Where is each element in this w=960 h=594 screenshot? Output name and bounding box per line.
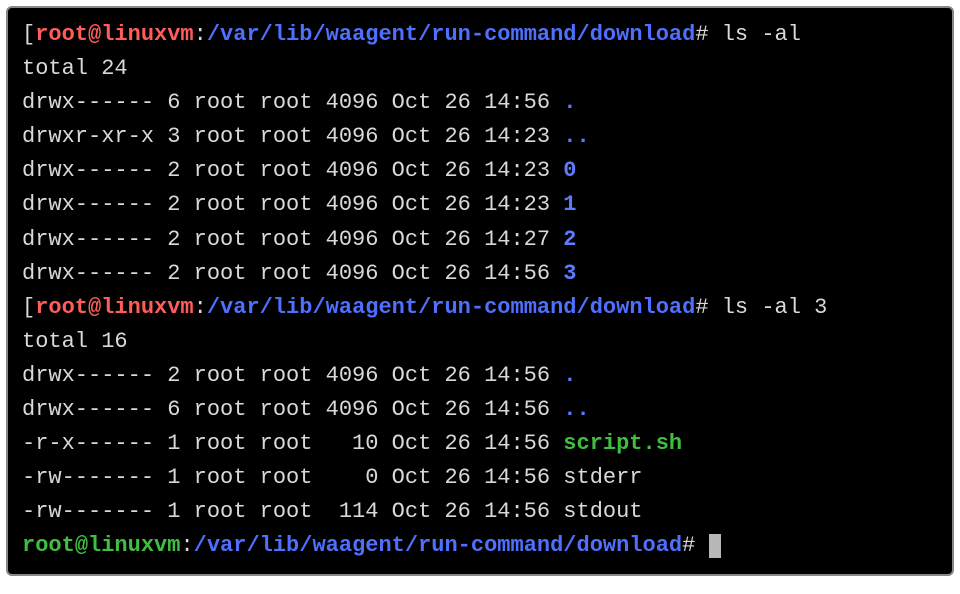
listing-1-total: total 24 — [22, 52, 938, 86]
prompt-host: linuxvm — [101, 22, 193, 47]
file-row: drwx------ 2 root root 4096 Oct 26 14:56… — [22, 359, 938, 393]
file-name: .. — [563, 124, 589, 149]
prompt-cwd-2: /var/lib/waagent/run-command/download — [207, 295, 695, 320]
prompt-colon-1: : — [194, 22, 207, 47]
prompt-at: @ — [88, 22, 101, 47]
file-name: . — [563, 363, 576, 388]
file-row: -rw------- 1 root root 114 Oct 26 14:56 … — [22, 495, 938, 529]
file-name: 2 — [563, 227, 576, 252]
prompt-host: linuxvm — [101, 295, 193, 320]
prompt-line-2: [root@linuxvm:/var/lib/waagent/run-comma… — [22, 291, 938, 325]
prompt-cwd-1: /var/lib/waagent/run-command/download — [207, 22, 695, 47]
listing-2: drwx------ 2 root root 4096 Oct 26 14:56… — [22, 359, 938, 529]
bracket-open: [ — [22, 22, 35, 47]
command-1: ls -al — [722, 22, 801, 47]
terminal-window[interactable]: [root@linuxvm:/var/lib/waagent/run-comma… — [6, 6, 954, 576]
file-row-meta: drwxr-xr-x 3 root root 4096 Oct 26 14:23 — [22, 124, 563, 149]
file-row: drwx------ 6 root root 4096 Oct 26 14:56… — [22, 393, 938, 427]
file-row: drwx------ 2 root root 4096 Oct 26 14:56… — [22, 257, 938, 291]
file-row-meta: -rw------- 1 root root 114 Oct 26 14:56 — [22, 499, 563, 524]
cursor-icon — [709, 534, 721, 558]
file-row: -r-x------ 1 root root 10 Oct 26 14:56 s… — [22, 427, 938, 461]
file-name: 1 — [563, 192, 576, 217]
file-row-meta: -rw------- 1 root root 0 Oct 26 14:56 — [22, 465, 563, 490]
file-name: 0 — [563, 158, 576, 183]
file-row: drwxr-xr-x 3 root root 4096 Oct 26 14:23… — [22, 120, 938, 154]
file-name: stdout — [563, 499, 642, 524]
file-row-meta: drwx------ 2 root root 4096 Oct 26 14:56 — [22, 363, 563, 388]
file-row-meta: drwx------ 6 root root 4096 Oct 26 14:56 — [22, 397, 563, 422]
prompt-user: root — [35, 295, 88, 320]
prompt-line-3[interactable]: root@linuxvm:/var/lib/waagent/run-comman… — [22, 529, 938, 563]
file-row-meta: drwx------ 2 root root 4096 Oct 26 14:56 — [22, 261, 563, 286]
file-row: drwx------ 2 root root 4096 Oct 26 14:23… — [22, 188, 938, 222]
file-name: stderr — [563, 465, 642, 490]
prompt-cwd-3: /var/lib/waagent/run-command/download — [194, 533, 682, 558]
prompt-host: linuxvm — [88, 533, 180, 558]
file-row-meta: -r-x------ 1 root root 10 Oct 26 14:56 — [22, 431, 563, 456]
prompt-colon-2: : — [194, 295, 207, 320]
file-row: drwx------ 2 root root 4096 Oct 26 14:27… — [22, 223, 938, 257]
file-name: 3 — [563, 261, 576, 286]
file-row-meta: drwx------ 2 root root 4096 Oct 26 14:23 — [22, 192, 563, 217]
file-row-meta: drwx------ 6 root root 4096 Oct 26 14:56 — [22, 90, 563, 115]
bracket-open: [ — [22, 295, 35, 320]
prompt-hash-1: # — [695, 22, 708, 47]
file-row: -rw------- 1 root root 0 Oct 26 14:56 st… — [22, 461, 938, 495]
prompt-at: @ — [88, 295, 101, 320]
prompt-user: root — [35, 22, 88, 47]
prompt-hash-3: # — [682, 533, 695, 558]
listing-1: drwx------ 6 root root 4096 Oct 26 14:56… — [22, 86, 938, 291]
file-name: . — [563, 90, 576, 115]
prompt-colon-3: : — [180, 533, 193, 558]
file-row-meta: drwx------ 2 root root 4096 Oct 26 14:23 — [22, 158, 563, 183]
file-name: .. — [563, 397, 589, 422]
file-row-meta: drwx------ 2 root root 4096 Oct 26 14:27 — [22, 227, 563, 252]
prompt-hash-2: # — [695, 295, 708, 320]
command-2: ls -al 3 — [722, 295, 828, 320]
listing-2-total: total 16 — [22, 325, 938, 359]
prompt-at: @ — [75, 533, 88, 558]
prompt-line-1: [root@linuxvm:/var/lib/waagent/run-comma… — [22, 18, 938, 52]
prompt-user: root — [22, 533, 75, 558]
file-name: script.sh — [563, 431, 682, 456]
file-row: drwx------ 6 root root 4096 Oct 26 14:56… — [22, 86, 938, 120]
file-row: drwx------ 2 root root 4096 Oct 26 14:23… — [22, 154, 938, 188]
